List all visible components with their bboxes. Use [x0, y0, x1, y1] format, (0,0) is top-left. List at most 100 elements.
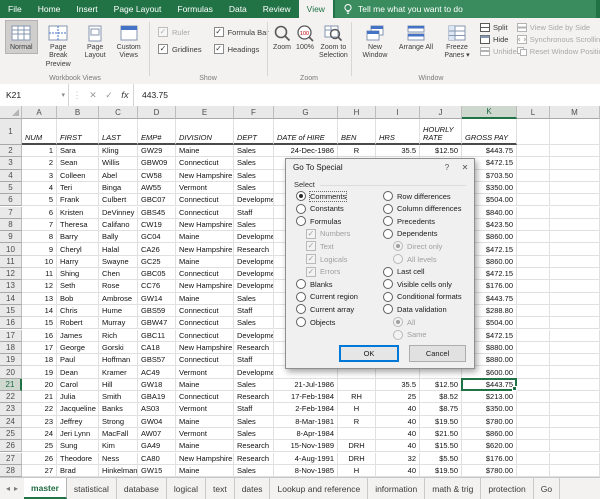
cell-H1[interactable]: BEN: [338, 119, 376, 145]
cell-I25[interactable]: 40: [376, 428, 420, 440]
column-header-B[interactable]: B: [57, 106, 99, 119]
sheet-tab-logical[interactable]: logical: [167, 478, 206, 499]
cell-M18[interactable]: [550, 342, 600, 354]
row-header-27[interactable]: 27: [0, 453, 22, 465]
enter-entry-icon[interactable]: ✓: [101, 84, 117, 106]
row-header-20[interactable]: 20: [0, 366, 22, 378]
cell-B16[interactable]: Robert: [57, 317, 99, 329]
cell-F16[interactable]: Sales: [234, 317, 274, 329]
row-header-17[interactable]: 17: [0, 330, 22, 342]
cell-B15[interactable]: Chris: [57, 305, 99, 317]
cell-B8[interactable]: Theresa: [57, 219, 99, 231]
cell-K28[interactable]: $780.00: [462, 465, 517, 477]
column-header-F[interactable]: F: [234, 106, 274, 119]
cell-F17[interactable]: Development: [234, 330, 274, 342]
cell-C4[interactable]: Abel: [99, 170, 138, 182]
cell-L23[interactable]: [517, 403, 550, 415]
row-header-24[interactable]: 24: [0, 416, 22, 428]
cell-L28[interactable]: [517, 465, 550, 477]
gridlines-checkbox[interactable]: ✓Gridlines: [158, 44, 202, 54]
cell-F10[interactable]: Research: [234, 243, 274, 255]
row-header-26[interactable]: 26: [0, 440, 22, 452]
cell-J1[interactable]: HOURLY RATE: [420, 119, 462, 145]
cell-M6[interactable]: [550, 194, 600, 206]
hide-button[interactable]: Hide: [480, 35, 517, 44]
cell-M5[interactable]: [550, 182, 600, 194]
cell-F14[interactable]: Sales: [234, 293, 274, 305]
cell-L18[interactable]: [517, 342, 550, 354]
cell-D16[interactable]: GBW47: [138, 317, 176, 329]
cell-A25[interactable]: 24: [22, 428, 57, 440]
cell-L19[interactable]: [517, 354, 550, 366]
cell-D26[interactable]: GA49: [138, 440, 176, 452]
option-objects[interactable]: Objects: [296, 317, 335, 327]
cell-A11[interactable]: 10: [22, 256, 57, 268]
cell-L27[interactable]: [517, 453, 550, 465]
cell-J26[interactable]: $15.50: [420, 440, 462, 452]
cell-M26[interactable]: [550, 440, 600, 452]
cell-L24[interactable]: [517, 416, 550, 428]
cell-F23[interactable]: Staff: [234, 403, 274, 415]
cell-G27[interactable]: 4-Aug-1991: [274, 453, 338, 465]
cell-E15[interactable]: Connecticut: [176, 305, 234, 317]
ribbon-tab-view[interactable]: View: [299, 0, 333, 18]
option-row-differences[interactable]: Row differences: [383, 191, 451, 201]
cell-I23[interactable]: 40: [376, 403, 420, 415]
cell-C13[interactable]: Rose: [99, 280, 138, 292]
cell-F19[interactable]: Staff: [234, 354, 274, 366]
cell-F25[interactable]: Sales: [234, 428, 274, 440]
cell-L26[interactable]: [517, 440, 550, 452]
cell-E6[interactable]: Connecticut: [176, 194, 234, 206]
cell-C7[interactable]: DeVinney: [99, 207, 138, 219]
cell-C15[interactable]: Hume: [99, 305, 138, 317]
cell-D14[interactable]: GW14: [138, 293, 176, 305]
cell-E3[interactable]: Connecticut: [176, 157, 234, 169]
fill-handle[interactable]: [512, 386, 517, 391]
cancel-button[interactable]: Cancel: [409, 345, 466, 362]
cancel-entry-icon[interactable]: ✕: [85, 84, 101, 106]
cell-B3[interactable]: Sean: [57, 157, 99, 169]
sheet-tab-text[interactable]: text: [206, 478, 235, 499]
cell-F5[interactable]: Sales: [234, 182, 274, 194]
cell-E16[interactable]: Connecticut: [176, 317, 234, 329]
cell-E25[interactable]: Vermont: [176, 428, 234, 440]
option-dependents[interactable]: Dependents: [383, 229, 437, 239]
cell-E17[interactable]: Connecticut: [176, 330, 234, 342]
cell-J21[interactable]: $12.50: [420, 379, 462, 391]
cell-B24[interactable]: Jeffrey: [57, 416, 99, 428]
sheet-tab-go[interactable]: Go: [534, 478, 560, 499]
cell-B6[interactable]: Frank: [57, 194, 99, 206]
sheet-tab-database[interactable]: database: [117, 478, 167, 499]
cell-L6[interactable]: [517, 194, 550, 206]
cell-L20[interactable]: [517, 366, 550, 378]
cell-B20[interactable]: Dean: [57, 366, 99, 378]
cell-G2[interactable]: 24-Dec-1986: [274, 145, 338, 157]
cell-F20[interactable]: Development: [234, 366, 274, 378]
column-header-L[interactable]: L: [517, 106, 550, 119]
column-header-J[interactable]: J: [420, 106, 462, 119]
cell-J25[interactable]: $21.50: [420, 428, 462, 440]
dialog-help-button[interactable]: ?: [438, 163, 456, 172]
cell-D3[interactable]: GBW09: [138, 157, 176, 169]
cell-A26[interactable]: 25: [22, 440, 57, 452]
cell-C27[interactable]: Ness: [99, 453, 138, 465]
cell-A5[interactable]: 4: [22, 182, 57, 194]
cell-M3[interactable]: [550, 157, 600, 169]
cell-C18[interactable]: Gorski: [99, 342, 138, 354]
cell-L13[interactable]: [517, 280, 550, 292]
cell-K2[interactable]: $443.75: [462, 145, 517, 157]
option-formulas[interactable]: Formulas: [296, 216, 341, 226]
cell-A3[interactable]: 2: [22, 157, 57, 169]
sheet-tab-math-trig[interactable]: math & trig: [425, 478, 481, 499]
ribbon-tab-formulas[interactable]: Formulas: [169, 0, 220, 18]
cell-F13[interactable]: Development: [234, 280, 274, 292]
cell-C12[interactable]: Chen: [99, 268, 138, 280]
cell-B22[interactable]: Julia: [57, 391, 99, 403]
ok-button[interactable]: OK: [339, 345, 399, 362]
cell-B13[interactable]: Seth: [57, 280, 99, 292]
cell-I1[interactable]: HRS: [376, 119, 420, 145]
cell-F27[interactable]: Research: [234, 453, 274, 465]
option-constants[interactable]: Constants: [296, 204, 344, 214]
formula-bar-checkbox[interactable]: ✓Formula Bar: [214, 27, 269, 37]
cell-A16[interactable]: 15: [22, 317, 57, 329]
